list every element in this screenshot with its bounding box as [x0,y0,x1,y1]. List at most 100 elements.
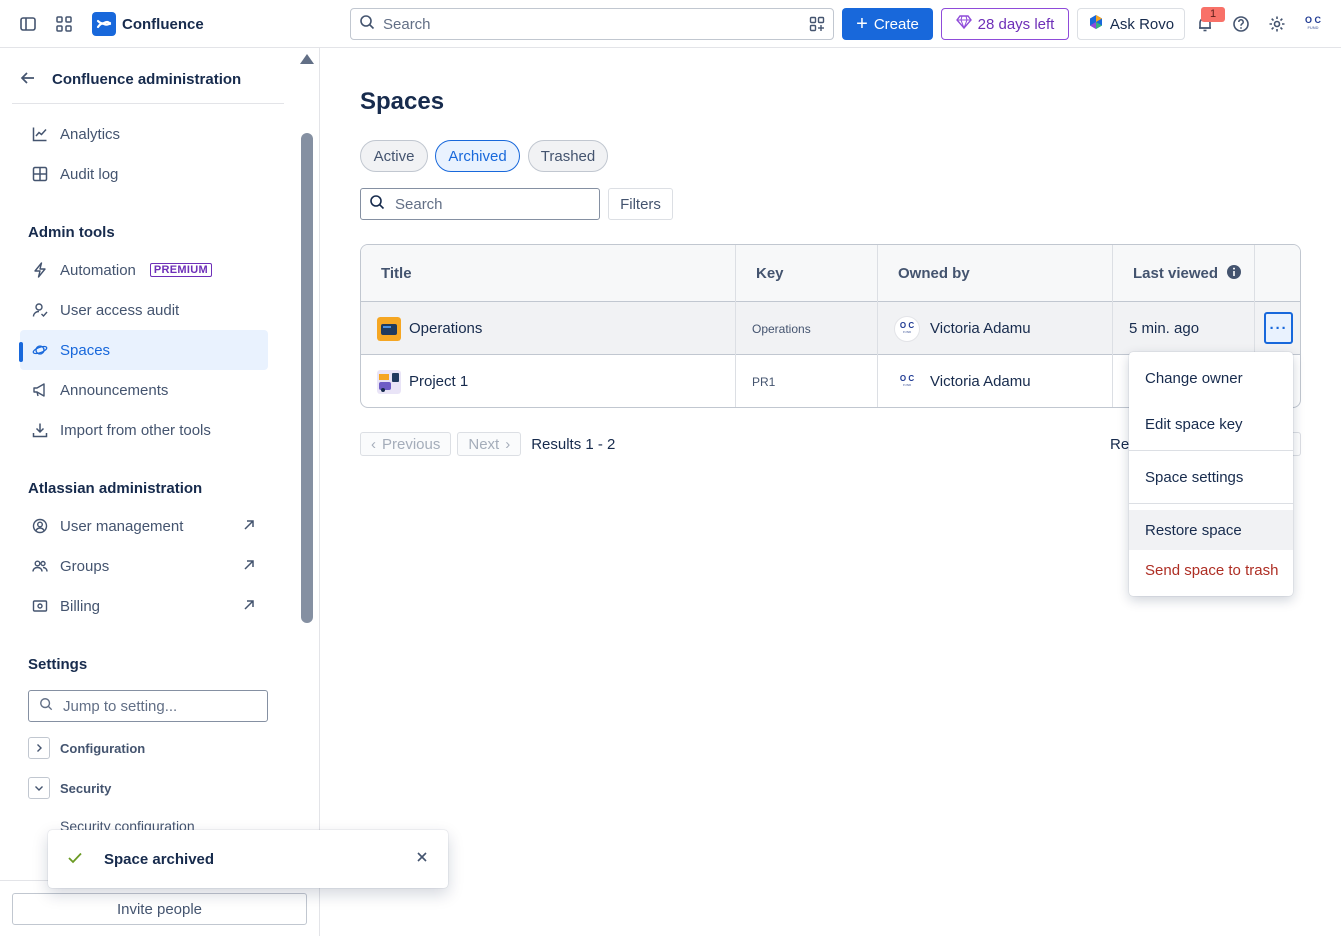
column-header-owned-by[interactable]: Owned by [878,245,1113,302]
owner-avatar-initials: O C [899,373,915,383]
brand-name: Confluence [122,15,204,33]
user-avatar[interactable]: O C FUND [1300,12,1326,36]
trial-days-left-button[interactable]: 28 days left [941,8,1069,40]
sidebar-scrollbar[interactable] [301,133,313,623]
sidebar-item-spaces[interactable]: Spaces [20,330,268,370]
sidebar-item-label: Groups [60,557,110,575]
chart-line-icon [32,126,48,142]
close-icon[interactable] [416,850,428,867]
lightning-icon [32,262,48,278]
ask-rovo-label: Ask Rovo [1109,15,1175,33]
admin-sidebar: Confluence administration Analytics Audi… [0,48,320,936]
confluence-logo-icon [92,12,116,36]
chevron-left-icon: ‹ [371,435,376,453]
tree-item-configuration[interactable]: Configuration [28,736,145,760]
cell-owner: O C FUND Victoria Adamu [878,355,1113,407]
atlassian-administration-heading: Atlassian administration [28,480,203,497]
cell-title: Project 1 [361,355,736,407]
owner-avatar-subtext: FUND [902,382,912,387]
row-actions-menu: Change owner Edit space key Space settin… [1129,352,1293,596]
sidebar-title: Confluence administration [52,71,242,88]
people-icon [32,558,48,574]
sidebar-item-audit-log[interactable]: Audit log [20,154,268,194]
pagination: ‹ Previous Next › Results 1 - 2 [360,432,615,456]
owner-avatar-initials: O C [899,320,915,330]
search-placeholder: Search [383,15,431,33]
column-header-title[interactable]: Title [361,245,736,302]
space-title-link[interactable]: Operations [409,320,482,337]
sidebar-item-groups[interactable]: Groups [20,546,268,586]
owner-avatar-subtext: FUND [902,329,912,334]
next-page-button[interactable]: Next › [457,432,522,456]
chevron-right-icon: › [505,435,511,453]
sidebar-item-announcements[interactable]: Announcements [20,370,268,410]
space-title-link[interactable]: Project 1 [409,373,468,390]
ask-rovo-button[interactable]: Ask Rovo [1077,8,1185,40]
confluence-logo[interactable]: Confluence [92,12,204,36]
top-navigation-bar: Confluence Search + Create 28 days left … [0,0,1341,48]
menu-item-space-settings[interactable]: Space settings [1129,457,1293,497]
sidebar-item-label: Announcements [60,381,169,399]
owner-avatar: O C FUND [894,368,920,395]
scroll-up-arrow-icon[interactable] [300,54,314,64]
sidebar-item-label: Automation [60,261,136,279]
app-switcher-icon[interactable] [52,12,76,36]
sidebar-item-label: User management [60,517,184,535]
tree-item-label: Security [60,780,112,796]
menu-divider [1129,450,1293,451]
help-icon[interactable] [1229,12,1253,36]
sidebar-item-user-access-audit[interactable]: User access audit [20,290,268,330]
tab-active[interactable]: Active [360,140,428,172]
previous-page-button[interactable]: ‹ Previous [360,432,452,456]
external-link-icon [242,598,256,616]
tab-trashed[interactable]: Trashed [528,140,608,172]
row-more-actions-button[interactable]: ··· [1264,312,1293,344]
cell-key: PR1 [736,355,878,407]
notification-count-badge: 1 [1201,7,1225,22]
filters-button[interactable]: Filters [608,188,673,220]
jump-placeholder: Jump to setting... [63,697,178,715]
global-search-input[interactable]: Search [350,8,834,40]
owner-name[interactable]: Victoria Adamu [930,373,1031,390]
column-header-key[interactable]: Key [736,245,878,302]
more-horizontal-icon: ··· [1269,319,1288,337]
space-avatar-icon [377,316,401,341]
sidebar-toggle-icon[interactable] [16,12,40,36]
diamond-icon [955,15,972,33]
sidebar-item-automation[interactable]: Automation PREMIUM [20,250,268,290]
search-icon [39,697,53,715]
premium-badge: PREMIUM [149,263,212,277]
space-avatar-icon [377,369,401,394]
next-label: Next [468,435,500,453]
rovo-icon [1088,14,1104,34]
menu-item-restore-space[interactable]: Restore space [1129,510,1293,550]
sidebar-item-analytics[interactable]: Analytics [20,114,268,154]
tab-archived[interactable]: Archived [435,140,520,172]
sidebar-item-import-from-other-tools[interactable]: Import from other tools [20,410,268,450]
menu-item-change-owner[interactable]: Change owner [1129,358,1293,398]
jump-to-setting-input[interactable]: Jump to setting... [28,690,268,722]
sidebar-item-label: Import from other tools [60,421,211,439]
download-icon [32,422,48,438]
create-button[interactable]: + Create [842,8,933,40]
chevron-down-icon[interactable] [28,777,50,799]
search-icon [359,14,375,34]
create-button-label: Create [873,15,919,33]
sidebar-item-billing[interactable]: Billing [20,586,268,626]
sidebar-item-user-management[interactable]: User management [20,506,268,546]
menu-item-edit-space-key[interactable]: Edit space key [1129,404,1293,444]
table-row[interactable]: Operations Operations O C FUND Victoria A… [361,302,1300,355]
cell-last-viewed: 5 min. ago [1113,302,1255,355]
back-arrow-icon[interactable] [20,70,36,90]
menu-item-send-to-trash[interactable]: Send space to trash [1129,550,1293,590]
search-filter-icon[interactable] [809,16,825,36]
tree-item-security[interactable]: Security [28,776,111,800]
info-icon[interactable] [1226,264,1242,284]
grid-icon [32,166,48,182]
column-header-last-viewed[interactable]: Last viewed [1113,245,1255,302]
invite-people-button[interactable]: Invite people [12,893,307,925]
spaces-search-input[interactable]: Search [360,188,600,220]
chevron-right-icon[interactable] [28,737,50,759]
settings-gear-icon[interactable] [1265,12,1289,36]
owner-name[interactable]: Victoria Adamu [930,320,1031,337]
